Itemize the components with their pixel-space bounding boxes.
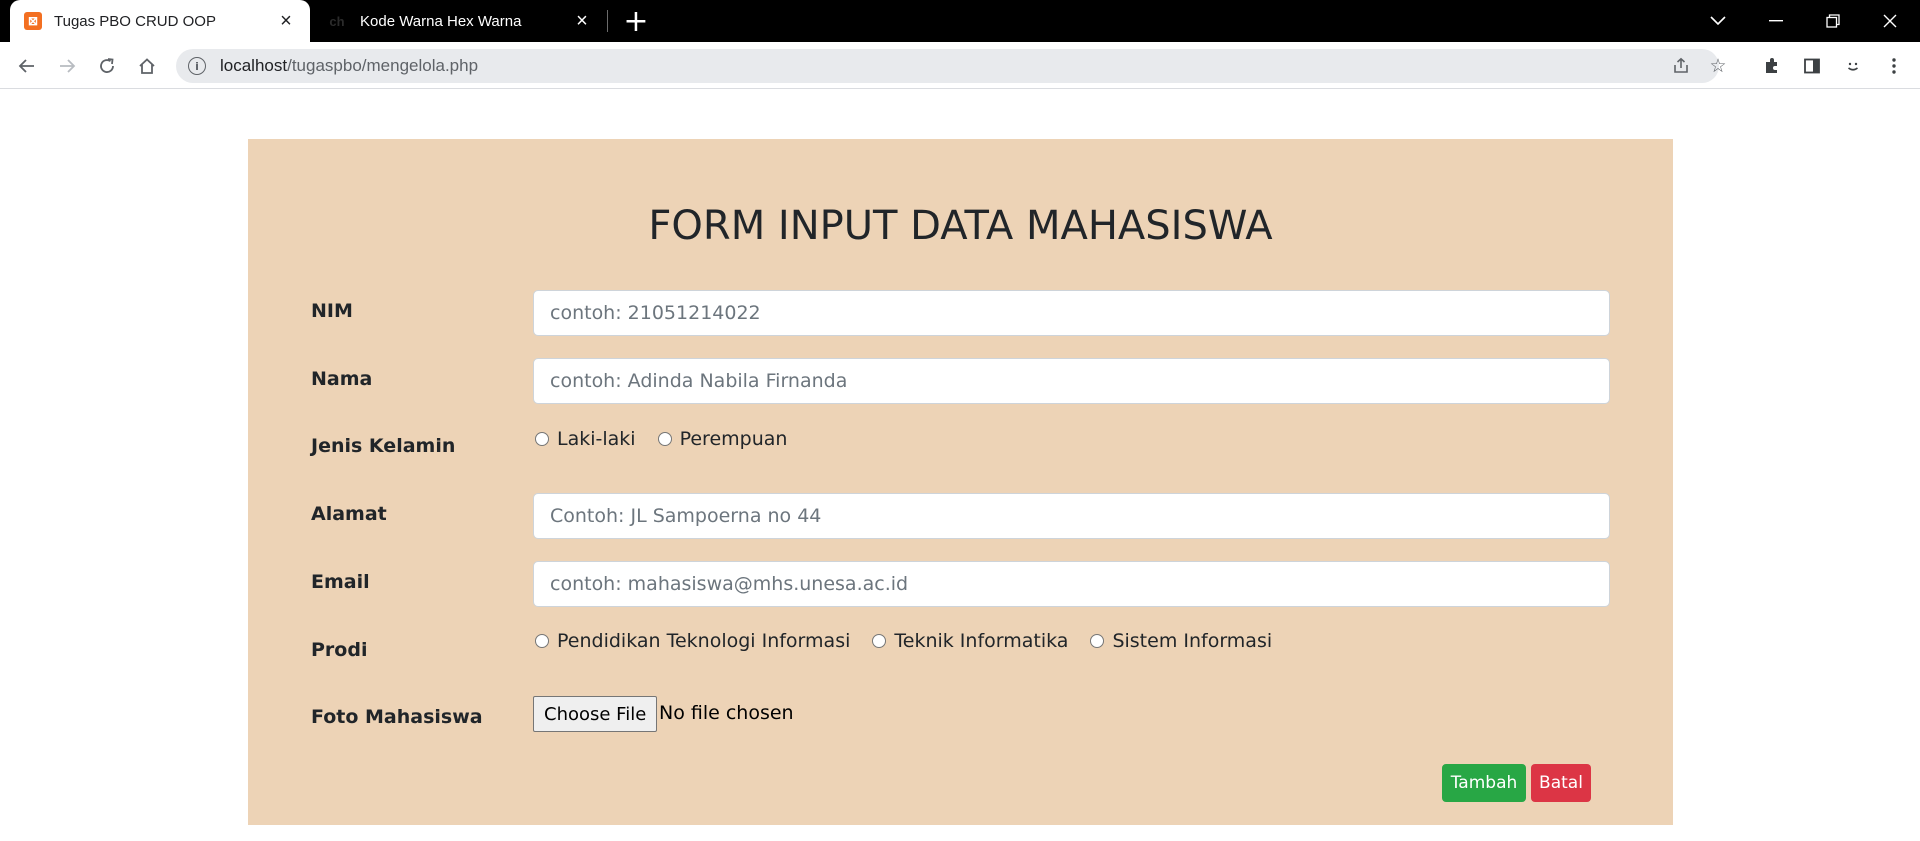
alamat-input[interactable]: [533, 493, 1610, 539]
label-alamat: Alamat: [311, 503, 387, 525]
label-prodi: Prodi: [311, 639, 368, 661]
bookmark-star-icon[interactable]: ☆: [1701, 49, 1735, 83]
nama-input[interactable]: [533, 358, 1610, 404]
prodi-radio-group: Pendidikan Teknologi Informasi Teknik In…: [533, 630, 1292, 652]
side-panel-icon[interactable]: [1794, 48, 1830, 84]
nim-input[interactable]: [533, 290, 1610, 336]
radio-pti[interactable]: Pendidikan Teknologi Informasi: [533, 630, 850, 652]
email-input[interactable]: [533, 561, 1610, 607]
radio-circle[interactable]: [657, 432, 672, 446]
close-tab-icon[interactable]: ×: [276, 11, 296, 31]
share-icon[interactable]: [1664, 49, 1698, 83]
batal-button[interactable]: Batal: [1531, 764, 1591, 802]
radio-circle[interactable]: [1090, 634, 1105, 648]
radio-laki-laki[interactable]: Laki-laki: [533, 428, 636, 450]
browser-toolbar: i localhost/tugaspbo/mengelola.php ☆: [0, 42, 1920, 89]
choose-file-button[interactable]: Choose File: [533, 696, 658, 732]
tab-separator: [607, 10, 608, 32]
label-nim: NIM: [311, 300, 353, 322]
radio-circle[interactable]: [535, 432, 549, 446]
radio-perempuan[interactable]: Perempuan: [656, 428, 787, 450]
close-tab-icon[interactable]: ×: [572, 11, 592, 31]
extensions-icon[interactable]: [1754, 48, 1790, 84]
form-card: FORM INPUT DATA MAHASISWA NIM Nama Jenis…: [248, 139, 1673, 825]
xampp-icon: ⊠: [24, 12, 42, 30]
site-info-icon[interactable]: i: [188, 57, 206, 75]
home-icon[interactable]: [129, 48, 165, 84]
new-tab-icon[interactable]: +: [620, 4, 652, 39]
address-bar[interactable]: i localhost/tugaspbo/mengelola.php ☆: [176, 49, 1727, 83]
radio-ti[interactable]: Teknik Informatika: [870, 630, 1068, 652]
label-jenis-kelamin: Jenis Kelamin: [311, 435, 456, 457]
forward-icon[interactable]: [49, 48, 85, 84]
minimize-icon[interactable]: [1748, 0, 1804, 42]
tab-active[interactable]: ⊠ Tugas PBO CRUD OOP ×: [10, 0, 310, 42]
label-email: Email: [311, 571, 370, 593]
menu-kebab-icon[interactable]: [1876, 48, 1912, 84]
tab-title: Kode Warna Hex Warna: [360, 12, 522, 30]
url-text: localhost/tugaspbo/mengelola.php: [220, 56, 479, 75]
file-status: No file chosen: [659, 702, 794, 724]
reload-icon[interactable]: [89, 48, 125, 84]
profile-icon[interactable]: [1835, 48, 1871, 84]
close-window-icon[interactable]: [1862, 0, 1918, 42]
label-foto: Foto Mahasiswa: [311, 706, 483, 728]
tab-bar: ⊠ Tugas PBO CRUD OOP × ch Kode Warna Hex…: [0, 0, 1920, 42]
tab-title: Tugas PBO CRUD OOP: [54, 12, 216, 30]
back-icon[interactable]: [9, 48, 45, 84]
restore-icon[interactable]: [1805, 0, 1861, 42]
radio-si[interactable]: Sistem Informasi: [1088, 630, 1272, 652]
page-title: FORM INPUT DATA MAHASISWA: [648, 203, 1273, 249]
gender-radio-group: Laki-laki Perempuan: [533, 428, 807, 450]
tab-search-icon[interactable]: [1690, 0, 1746, 42]
tab-inactive[interactable]: ch Kode Warna Hex Warna ×: [312, 0, 606, 42]
radio-circle[interactable]: [535, 634, 549, 648]
label-nama: Nama: [311, 368, 373, 390]
radio-circle[interactable]: [872, 634, 887, 648]
ch-favicon-icon: ch: [329, 13, 345, 29]
tambah-button[interactable]: Tambah: [1442, 764, 1526, 802]
